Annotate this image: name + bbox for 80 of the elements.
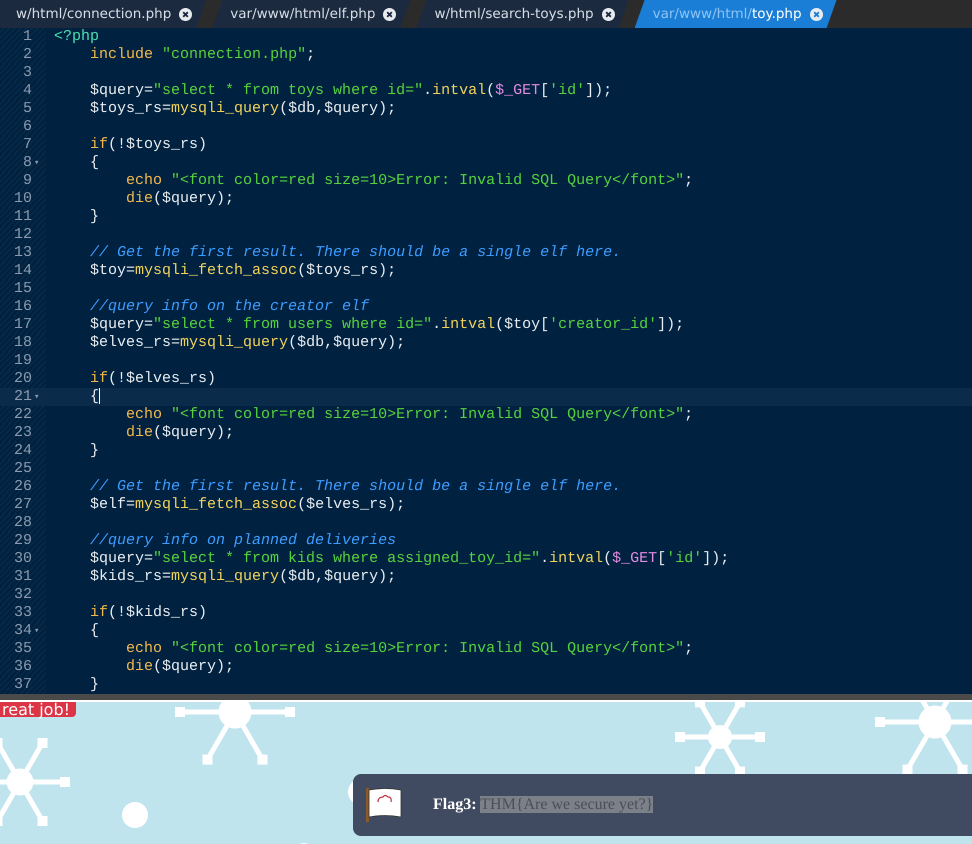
line-number: 2 (22, 46, 32, 64)
code-line: { (89, 154, 100, 172)
alert-badge: reat job! (0, 702, 76, 717)
line-number: 10 (14, 190, 32, 208)
code-line: echo "<font color=red size=10>Error: Invalid SQL Query</font>"; (125, 172, 694, 190)
line-number: 33 (14, 604, 32, 622)
code-line: $kids_rs=mysqli_query($db,$query); (89, 568, 396, 586)
editor-tab[interactable]: w/html/search-toys.php (416, 0, 629, 28)
fold-marker[interactable]: ▾ (34, 154, 42, 172)
line-number: 35 (14, 640, 32, 658)
line-number: 15 (14, 280, 32, 298)
line-number: 6 (22, 118, 32, 136)
code-line: } (89, 208, 100, 226)
line-number: 1 (22, 28, 32, 46)
line-number: 34 (14, 622, 32, 640)
code-line: $toys_rs=mysqli_query($db,$query); (89, 100, 396, 118)
text-cursor (99, 388, 100, 404)
flag-icon (365, 787, 403, 823)
line-number: 14 (14, 262, 32, 280)
line-number: 20 (14, 370, 32, 388)
line-number: 3 (22, 64, 32, 82)
code-line: die($query); (125, 190, 234, 208)
close-icon[interactable] (602, 8, 615, 20)
code-line: echo "<font color=red size=10>Error: Invalid SQL Query</font>"; (125, 406, 694, 424)
line-number: 11 (14, 208, 32, 226)
line-number: 17 (14, 316, 32, 334)
line-number: 37 (14, 676, 32, 694)
code-line: include "connection.php"; (89, 46, 316, 64)
code-line: } (89, 676, 100, 694)
code-line: // Get the first result. There should be a single elf here. (89, 478, 622, 496)
close-icon[interactable] (383, 8, 396, 20)
line-number: 29 (14, 532, 32, 550)
line-number: 32 (14, 586, 32, 604)
code-line: if(!$elves_rs) (89, 370, 216, 388)
code-line: $query="select * from users where id=".intval($toy['creator_id']); (89, 316, 684, 334)
line-number: 7 (22, 136, 32, 154)
line-number: 16 (14, 298, 32, 316)
line-number: 5 (22, 100, 32, 118)
code-line: //query info on planned deliveries (89, 532, 396, 550)
editor-tab[interactable]: w/html/connection.php (0, 0, 206, 28)
line-number: 26 (14, 478, 32, 496)
editor-tab[interactable]: var/www/html/elf.php (212, 0, 410, 28)
line-number: 27 (14, 496, 32, 514)
fold-marker[interactable]: ▾ (34, 388, 42, 406)
fold-marker[interactable]: ▾ (34, 622, 42, 640)
line-number: 22 (14, 406, 32, 424)
code-line: // Get the first result. There should be a single elf here. (89, 244, 622, 262)
code-line: } (89, 442, 100, 460)
line-number: 4 (22, 82, 32, 100)
line-number: 8 (22, 154, 32, 172)
line-number: 12 (14, 226, 32, 244)
code-line: $query="select * from kids where assigned_toy_id=".intval($_GET['id']); (89, 550, 730, 568)
line-number: 21 (14, 388, 32, 406)
code-line: echo "<font color=red size=10>Error: Invalid SQL Query</font>"; (125, 640, 694, 658)
line-number: 28 (14, 514, 32, 532)
line-number: 31 (14, 568, 32, 586)
code-line: if(!$toys_rs) (89, 136, 208, 154)
code-line: { (89, 388, 100, 406)
line-number: 23 (14, 424, 32, 442)
code-line: { (89, 622, 100, 640)
line-number: 24 (14, 442, 32, 460)
flag-label: Flag3: (433, 796, 477, 813)
code-line: if(!$kids_rs) (89, 604, 208, 622)
close-icon[interactable] (179, 8, 192, 20)
line-number: 19 (14, 352, 32, 370)
code-line: <?php (53, 28, 100, 46)
code-line: //query info on the creator elf (89, 298, 370, 316)
code-line: $elf=mysqli_fetch_assoc($elves_rs); (89, 496, 406, 514)
line-number: 25 (14, 460, 32, 478)
code-line: die($query); (125, 658, 234, 676)
line-number: 18 (14, 334, 32, 352)
code-line: $elves_rs=mysqli_query($db,$query); (89, 334, 406, 352)
line-number: 13 (14, 244, 32, 262)
code-line: $query="select * from toys where id=".intval($_GET['id']); (89, 82, 612, 100)
editor-tab[interactable]: var/www/html/toy.php (634, 0, 837, 28)
line-number: 36 (14, 658, 32, 676)
code-line: $toy=mysqli_fetch_assoc($toys_rs); (89, 262, 396, 280)
line-number: 30 (14, 550, 32, 568)
line-number: 9 (22, 172, 32, 190)
code-line: die($query); (125, 424, 234, 442)
